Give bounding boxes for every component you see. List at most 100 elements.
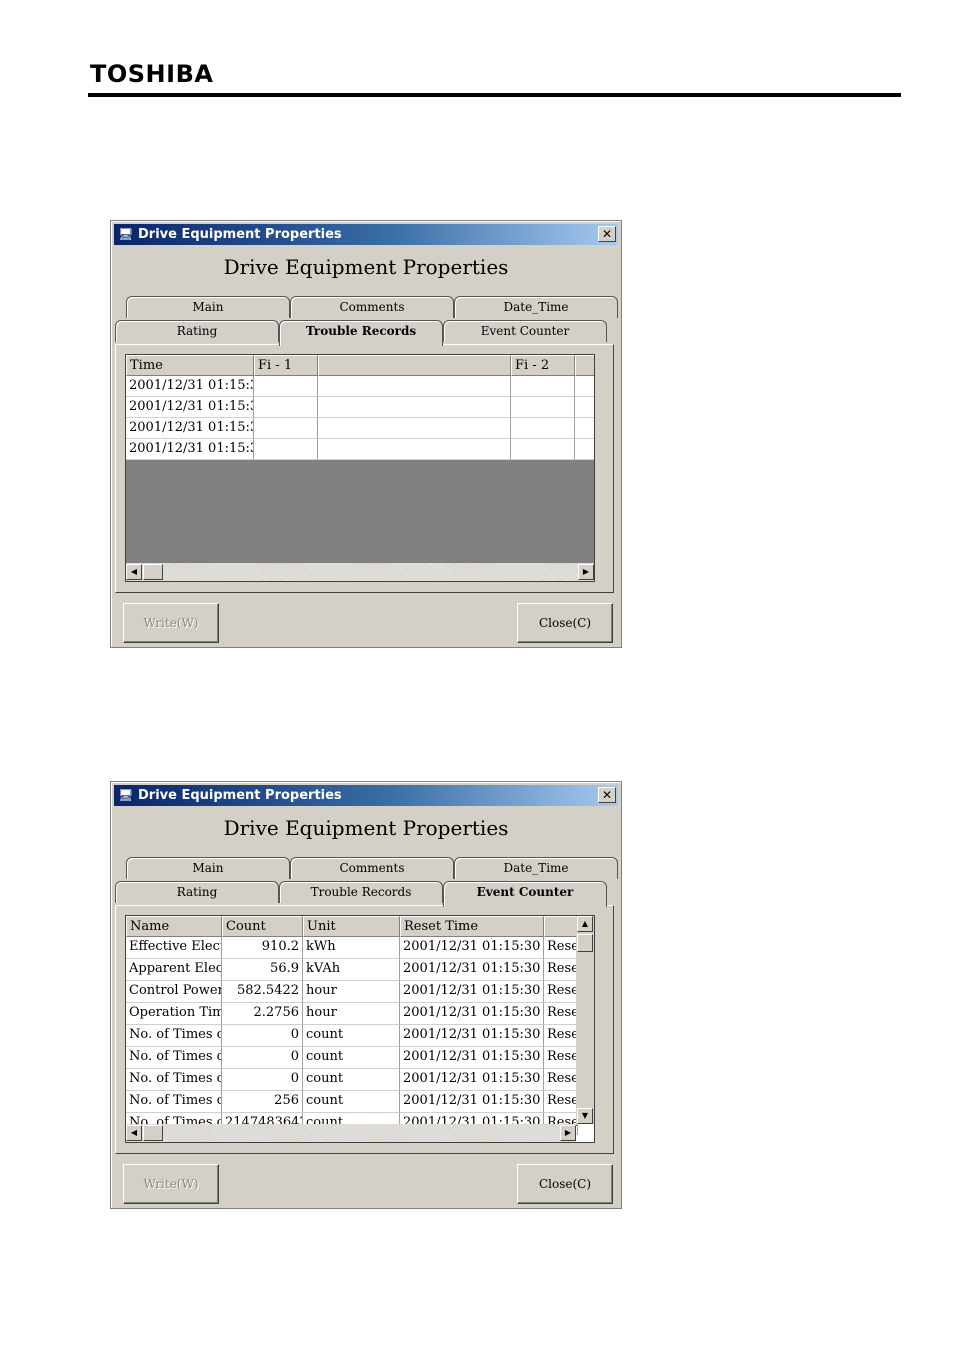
close-window-button[interactable]: ✕ [598,226,616,242]
cell-reset: Rese [544,1003,578,1025]
close-window-button[interactable]: ✕ [598,787,616,803]
tab-comments[interactable]: Comments [290,857,454,879]
table-row[interactable]: Apparent Elect 56.9 kVAh 2001/12/31 01:1… [126,959,578,981]
cell-reset: Rese [544,1091,578,1113]
cell-count: 0 [222,1025,303,1047]
column-header-time[interactable]: Time [126,355,254,376]
tab-event-counter[interactable]: Event Counter [443,881,607,907]
cell-reset-time: 2001/12/31 01:15:30 [400,1025,544,1047]
table-row[interactable]: No. of Times o: 0 count 2001/12/31 01:15… [126,1047,578,1069]
tab-rating[interactable]: Rating [115,320,279,342]
cell-extra [575,376,594,397]
cell-count: 56.9 [222,959,303,981]
cell-reset: Rese [544,1069,578,1091]
close-button[interactable]: Close(C) [517,1164,613,1204]
cell-unit: count [303,1047,400,1069]
scroll-down-icon[interactable]: ▼ [577,1108,593,1124]
tab-comments[interactable]: Comments [290,296,454,318]
tab-date-time[interactable]: Date_Time [454,296,618,318]
trouble-records-grid[interactable]: Time Fi - 1 Fi - 2 2001/12/31 01:15:30 2… [125,354,595,582]
column-header-reset-time[interactable]: Reset Time [400,916,544,937]
tab-date-time[interactable]: Date_Time [454,857,618,879]
cell-fi-1 [254,439,318,460]
cell-time: 2001/12/31 01:15:30 [126,376,254,397]
horizontal-scrollbar[interactable]: ◀ ▶ [126,563,594,581]
cell-count: 582.5422 [222,981,303,1003]
column-header-extra[interactable] [544,916,578,937]
tab-main[interactable]: Main [126,857,290,879]
grid-header: Time Fi - 1 Fi - 2 [126,355,594,376]
cell-name: No. of Times o: [126,1047,222,1069]
write-button[interactable]: Write(W) [123,1164,219,1204]
app-icon: 🖥 [118,227,134,241]
cell-fi-2 [511,376,575,397]
scroll-thumb[interactable] [143,1125,163,1141]
cell-name: Operation Time [126,1003,222,1025]
cell-reset: Rese [544,1025,578,1047]
header-rule [88,93,901,97]
window-title: Drive Equipment Properties [138,788,342,803]
cell-extra [575,439,594,460]
vertical-scrollbar[interactable]: ▲ ▼ [576,916,594,1124]
column-header-fi-2[interactable]: Fi - 2 [511,355,575,376]
column-header-extra[interactable] [575,355,594,376]
scroll-right-icon[interactable]: ▶ [560,1125,576,1141]
tab-trouble-records[interactable]: Trouble Records [279,881,443,903]
cell-name: No. of Times o: [126,1091,222,1113]
scroll-thumb[interactable] [577,934,593,952]
horizontal-scrollbar[interactable]: ◀ ▶ [126,1124,576,1142]
cell-fi-1 [254,397,318,418]
cell-unit: kVAh [303,959,400,981]
column-header-blank[interactable] [318,355,511,376]
table-row[interactable]: 2001/12/31 01:15:30 [126,439,594,460]
column-header-count[interactable]: Count [222,916,303,937]
dialog-heading: Drive Equipment Properties [223,255,509,279]
scroll-left-icon[interactable]: ◀ [126,1125,142,1141]
title-bar[interactable]: 🖥 Drive Equipment Properties ✕ [114,224,618,245]
cell-blank [318,418,511,439]
cell-time: 2001/12/31 01:15:30 [126,418,254,439]
tab-trouble-records[interactable]: Trouble Records [279,320,443,346]
table-row[interactable]: 2001/12/31 01:15:30 [126,397,594,418]
cell-unit: hour [303,981,400,1003]
cell-unit: count [303,1069,400,1091]
window-title: Drive Equipment Properties [138,227,342,242]
scroll-thumb[interactable] [143,564,163,580]
table-row[interactable]: Operation Time 2.2756 hour 2001/12/31 01… [126,1003,578,1025]
scroll-up-icon[interactable]: ▲ [577,916,593,932]
scroll-right-icon[interactable]: ▶ [578,564,594,580]
cell-extra [575,397,594,418]
brand-logo: TOSHIBA [90,60,214,88]
tab-main[interactable]: Main [126,296,290,318]
table-row[interactable]: No. of Times o: 0 count 2001/12/31 01:15… [126,1069,578,1091]
cell-unit: kWh [303,937,400,959]
cell-count: 910.2 [222,937,303,959]
cell-unit: count [303,1091,400,1113]
column-header-fi-1[interactable]: Fi - 1 [254,355,318,376]
cell-blank [318,439,511,460]
cell-count: 0 [222,1069,303,1091]
cell-reset-time: 2001/12/31 01:15:30 [400,1091,544,1113]
column-header-name[interactable]: Name [126,916,222,937]
scroll-left-icon[interactable]: ◀ [126,564,142,580]
dialog-heading: Drive Equipment Properties [223,816,509,840]
write-button[interactable]: Write(W) [123,603,219,643]
event-counter-grid[interactable]: Name Count Unit Reset Time Effective Ele… [125,915,595,1143]
table-row[interactable]: No. of Times o: 256 count 2001/12/31 01:… [126,1091,578,1113]
tab-event-counter[interactable]: Event Counter [443,320,607,342]
table-row[interactable]: No. of Times o: 0 count 2001/12/31 01:15… [126,1025,578,1047]
table-row[interactable]: 2001/12/31 01:15:30 [126,376,594,397]
cell-fi-2 [511,439,575,460]
table-row[interactable]: 2001/12/31 01:15:30 [126,418,594,439]
cell-name: No. of Times o: [126,1069,222,1091]
cell-blank [318,376,511,397]
column-header-unit[interactable]: Unit [303,916,400,937]
cell-name: Effective Electr [126,937,222,959]
close-button[interactable]: Close(C) [517,603,613,643]
cell-reset: Rese [544,959,578,981]
table-row[interactable]: Control Power 582.5422 hour 2001/12/31 0… [126,981,578,1003]
title-bar[interactable]: 🖥 Drive Equipment Properties ✕ [114,785,618,806]
tab-rating[interactable]: Rating [115,881,279,903]
table-row[interactable]: Effective Electr 910.2 kWh 2001/12/31 01… [126,937,578,959]
cell-fi-1 [254,418,318,439]
